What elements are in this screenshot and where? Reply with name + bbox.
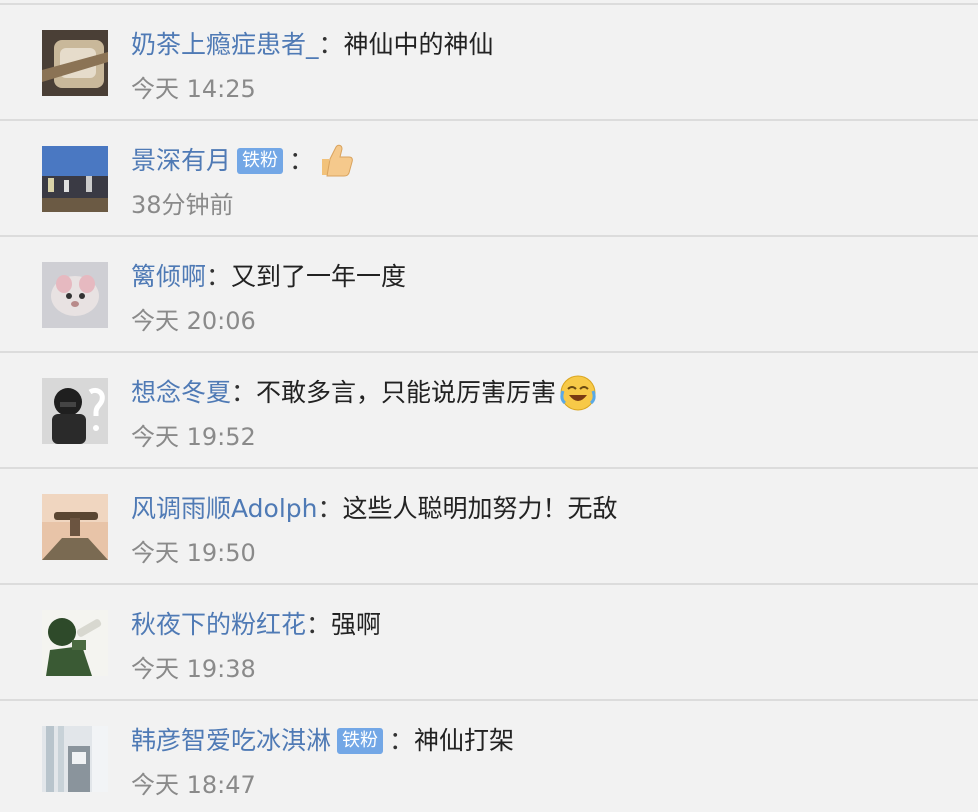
comment-item[interactable]: 景深有月 铁粉 ： 38分钟前 [0, 121, 978, 237]
username[interactable]: 秋夜下的粉红花 [131, 605, 306, 645]
timestamp: 今天 18:47 [131, 771, 256, 799]
comment-item[interactable]: 风调雨顺Adolph ： 这些人聪明加努力！无敌 今天 19:50 [0, 469, 978, 585]
avatar[interactable] [42, 146, 108, 212]
comment-text: 强啊 [331, 610, 382, 639]
timestamp: 今天 19:50 [131, 539, 256, 567]
comment-item[interactable]: 秋夜下的粉红花 ： 强啊 今天 19:38 [0, 585, 978, 701]
comment-text: 又到了一年一度 [231, 262, 407, 291]
fan-badge: 铁粉 [237, 148, 284, 174]
fan-badge: 铁粉 [337, 728, 384, 754]
laughing-crying-emoji [558, 373, 598, 413]
colon: ： [231, 378, 257, 407]
comment-item[interactable]: 想念冬夏 ： 不敢多言，只能说厉害厉害 今天 19:52 [0, 353, 978, 469]
username[interactable]: 景深有月 [131, 141, 231, 181]
comment-item[interactable]: 韩彦智爱吃冰淇淋 铁粉 ： 神仙打架 今天 18:47 [0, 701, 978, 812]
avatar[interactable] [42, 610, 108, 676]
comment-text: 这些人聪明加努力！无敌 [342, 494, 618, 523]
comment-item[interactable]: 奶茶上瘾症患者_ ： 神仙中的神仙 今天 14:25 [0, 5, 978, 121]
colon: ： [289, 146, 315, 175]
comment-list: 奶茶上瘾症患者_ ： 神仙中的神仙 今天 14:25 景深有月 铁粉 ： 38分… [0, 0, 978, 812]
colon: ： [306, 610, 332, 639]
avatar[interactable] [42, 262, 108, 328]
comment-text: 神仙中的神仙 [343, 30, 494, 59]
colon: ： [317, 494, 343, 523]
username[interactable]: 风调雨顺Adolph [131, 489, 318, 529]
colon: ： [318, 30, 344, 59]
avatar[interactable] [42, 378, 108, 444]
avatar[interactable] [42, 494, 108, 560]
timestamp: 今天 19:52 [131, 423, 256, 451]
thumbs-up-emoji [316, 141, 356, 181]
username[interactable]: 篱倾啊 [131, 257, 206, 297]
comment-text: 不敢多言，只能说厉害厉害 [256, 378, 557, 407]
timestamp: 38分钟前 [131, 191, 234, 219]
username[interactable]: 奶茶上瘾症患者_ [131, 25, 319, 65]
timestamp: 今天 20:06 [131, 307, 256, 335]
colon: ： [389, 726, 415, 755]
username[interactable]: 想念冬夏 [131, 373, 231, 413]
timestamp: 今天 14:25 [131, 75, 256, 103]
comment-item[interactable]: 篱倾啊 ： 又到了一年一度 今天 20:06 [0, 237, 978, 353]
colon: ： [206, 262, 232, 291]
username[interactable]: 韩彦智爱吃冰淇淋 [131, 721, 331, 761]
timestamp: 今天 19:38 [131, 655, 256, 683]
avatar[interactable] [42, 726, 108, 792]
avatar[interactable] [42, 30, 108, 96]
comment-text: 神仙打架 [414, 726, 515, 755]
